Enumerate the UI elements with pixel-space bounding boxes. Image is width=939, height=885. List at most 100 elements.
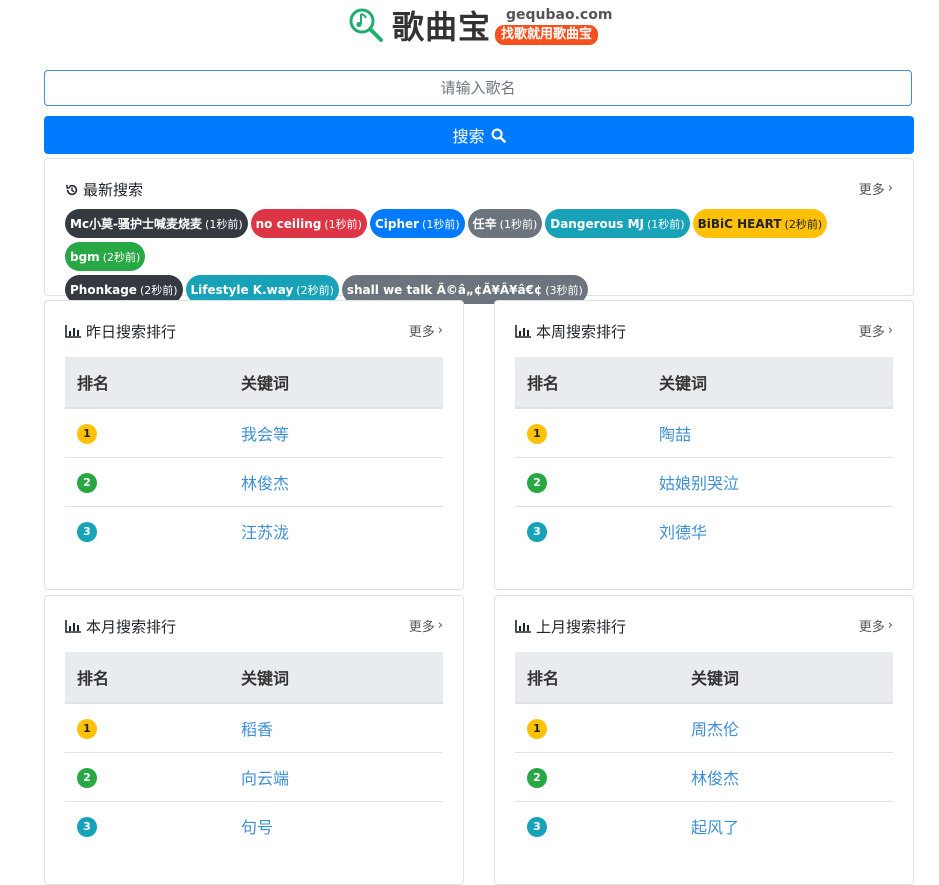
ranking-title: 本周搜索排行 [515,321,626,342]
month-ranking-card: 本月搜索排行 更多 › 排名 关键词 1 稻香 2 向云端 3 句号 [44,595,464,885]
latest-search-item[interactable]: bgm (2秒前) [65,242,146,271]
item-text: 任辛 [472,217,497,231]
item-text: bgm [70,249,100,264]
chevron-right-icon: › [437,323,443,338]
keyword-link[interactable]: 汪苏泷 [241,523,289,542]
column-header-rank: 排名 [65,357,229,409]
more-label: 更多 [408,325,435,340]
keyword-link[interactable]: 林俊杰 [241,474,289,493]
ranking-title: 本月搜索排行 [65,616,176,637]
music-search-logo-icon[interactable] [347,6,385,44]
keyword-link[interactable]: 姑娘别哭泣 [659,474,739,493]
chevron-right-icon: › [437,618,443,633]
column-header-rank: 排名 [65,652,229,704]
site-header: 歌曲宝 gequbao.com 找歌就用歌曲宝 [0,0,939,62]
ranking-more-link[interactable]: 更多 › [859,321,893,340]
item-time: (2秒前) [102,250,141,264]
site-domain: gequbao.com [506,7,613,23]
item-time: (1秒前) [647,217,685,231]
yesterday-ranking-card: 昨日搜索排行 更多 › 排名 关键词 1 我会等 2 林俊杰 3 汪苏泷 [44,300,464,590]
latest-search-item[interactable]: Cipher (1秒前) [369,209,465,238]
table-row: 3 起风了 [515,802,893,851]
site-title[interactable]: 歌曲宝 [392,6,491,48]
ranking-table: 排名 关键词 1 稻香 2 向云端 3 句号 [65,652,443,850]
rank-badge: 2 [77,768,97,788]
table-header-row: 排名 关键词 [515,357,893,409]
keyword-link[interactable]: 周杰伦 [691,720,739,739]
more-label: 更多 [408,620,435,635]
ranking-table: 排名 关键词 1 我会等 2 林俊杰 3 汪苏泷 [65,357,443,555]
item-text: Dangerous MJ [550,216,645,231]
ranking-title-text: 上月搜索排行 [536,618,627,636]
item-text: Cipher [374,216,420,231]
rank-badge: 1 [527,719,547,739]
rank-badge: 3 [77,522,97,542]
rank-badge: 2 [77,473,97,493]
latest-search-item[interactable]: no ceiling (1秒前) [250,209,367,238]
table-row: 2 林俊杰 [515,752,893,802]
search-button[interactable]: 搜索 [44,116,914,154]
keyword-link[interactable]: 我会等 [241,425,289,444]
item-text: shall we talk Ã©â„¢Ã¥Â¥â€¢ [346,282,543,297]
keyword-link[interactable]: 稻香 [241,720,273,739]
keyword-link[interactable]: 刘德华 [659,523,707,542]
keyword-link[interactable]: 起风了 [691,818,739,837]
keyword-link[interactable]: 林俊杰 [691,769,739,788]
item-text: BiBiC HEART [697,216,782,231]
keyword-link[interactable]: 句号 [241,818,273,837]
search-button-label: 搜索 [452,127,485,146]
ranking-more-link[interactable]: 更多 › [409,321,443,340]
rank-badge: 1 [77,719,97,739]
table-row: 2 姑娘别哭泣 [515,457,893,507]
latest-search-item[interactable]: Mc小莫-骚护士喊麦烧麦 (1秒前) [65,209,248,238]
table-row: 1 我会等 [65,408,443,458]
history-icon [66,184,78,195]
item-time: (2秒前) [784,217,823,231]
ranking-table: 排名 关键词 1 周杰伦 2 林俊杰 3 起风了 [515,652,893,850]
table-row: 1 周杰伦 [515,703,893,753]
table-row: 2 向云端 [65,752,443,802]
week-ranking-card: 本周搜索排行 更多 › 排名 关键词 1 陶喆 2 姑娘别哭泣 3 刘德华 [494,300,914,590]
search-icon [491,128,506,143]
bar-chart-icon [65,325,81,338]
more-label: 更多 [858,183,885,198]
latest-search-list: Mc小莫-骚护士喊麦烧麦 (1秒前) no ceiling (1秒前) Cipher (1… [65,209,865,308]
ranking-title-text: 本月搜索排行 [86,618,177,636]
column-header-rank: 排名 [515,652,679,704]
table-header-row: 排名 关键词 [515,652,893,704]
chevron-right-icon: › [887,323,893,338]
keyword-link[interactable]: 陶喆 [659,425,691,444]
ranking-more-link[interactable]: 更多 › [859,616,893,635]
rank-badge: 1 [77,424,97,444]
latest-search-item[interactable]: BiBiC HEART (2秒前) [692,209,828,238]
table-row: 1 稻香 [65,703,443,753]
ranking-title: 上月搜索排行 [515,616,626,637]
ranking-title-text: 昨日搜索排行 [86,323,177,341]
ranking-table: 排名 关键词 1 陶喆 2 姑娘别哭泣 3 刘德华 [515,357,893,555]
column-header-keyword: 关键词 [229,357,443,409]
item-time: (1秒前) [205,217,243,231]
rank-badge: 2 [527,768,547,788]
table-row: 3 汪苏泷 [65,507,443,556]
item-text: Mc小莫-骚护士喊麦烧麦 [70,217,203,231]
table-row: 2 林俊杰 [65,457,443,507]
table-row: 3 刘德华 [515,507,893,556]
chevron-right-icon: › [887,618,893,633]
latest-search-item[interactable]: Dangerous MJ (1秒前) [545,209,690,238]
keyword-link[interactable]: 向云端 [241,769,289,788]
table-header-row: 排名 关键词 [65,357,443,409]
more-label: 更多 [858,325,885,340]
column-header-rank: 排名 [515,357,647,409]
latest-search-item[interactable]: 任辛 (1秒前) [467,209,543,238]
column-header-keyword: 关键词 [647,357,893,409]
item-time: (2秒前) [139,283,178,297]
search-input[interactable] [44,70,912,106]
more-label: 更多 [858,620,885,635]
item-time: (3秒前) [545,283,583,297]
item-time: (1秒前) [422,217,460,231]
table-row: 1 陶喆 [515,408,893,458]
table-row: 3 句号 [65,802,443,851]
latest-more-link[interactable]: 更多 › [859,179,893,198]
ranking-more-link[interactable]: 更多 › [409,616,443,635]
rank-badge: 3 [77,817,97,837]
